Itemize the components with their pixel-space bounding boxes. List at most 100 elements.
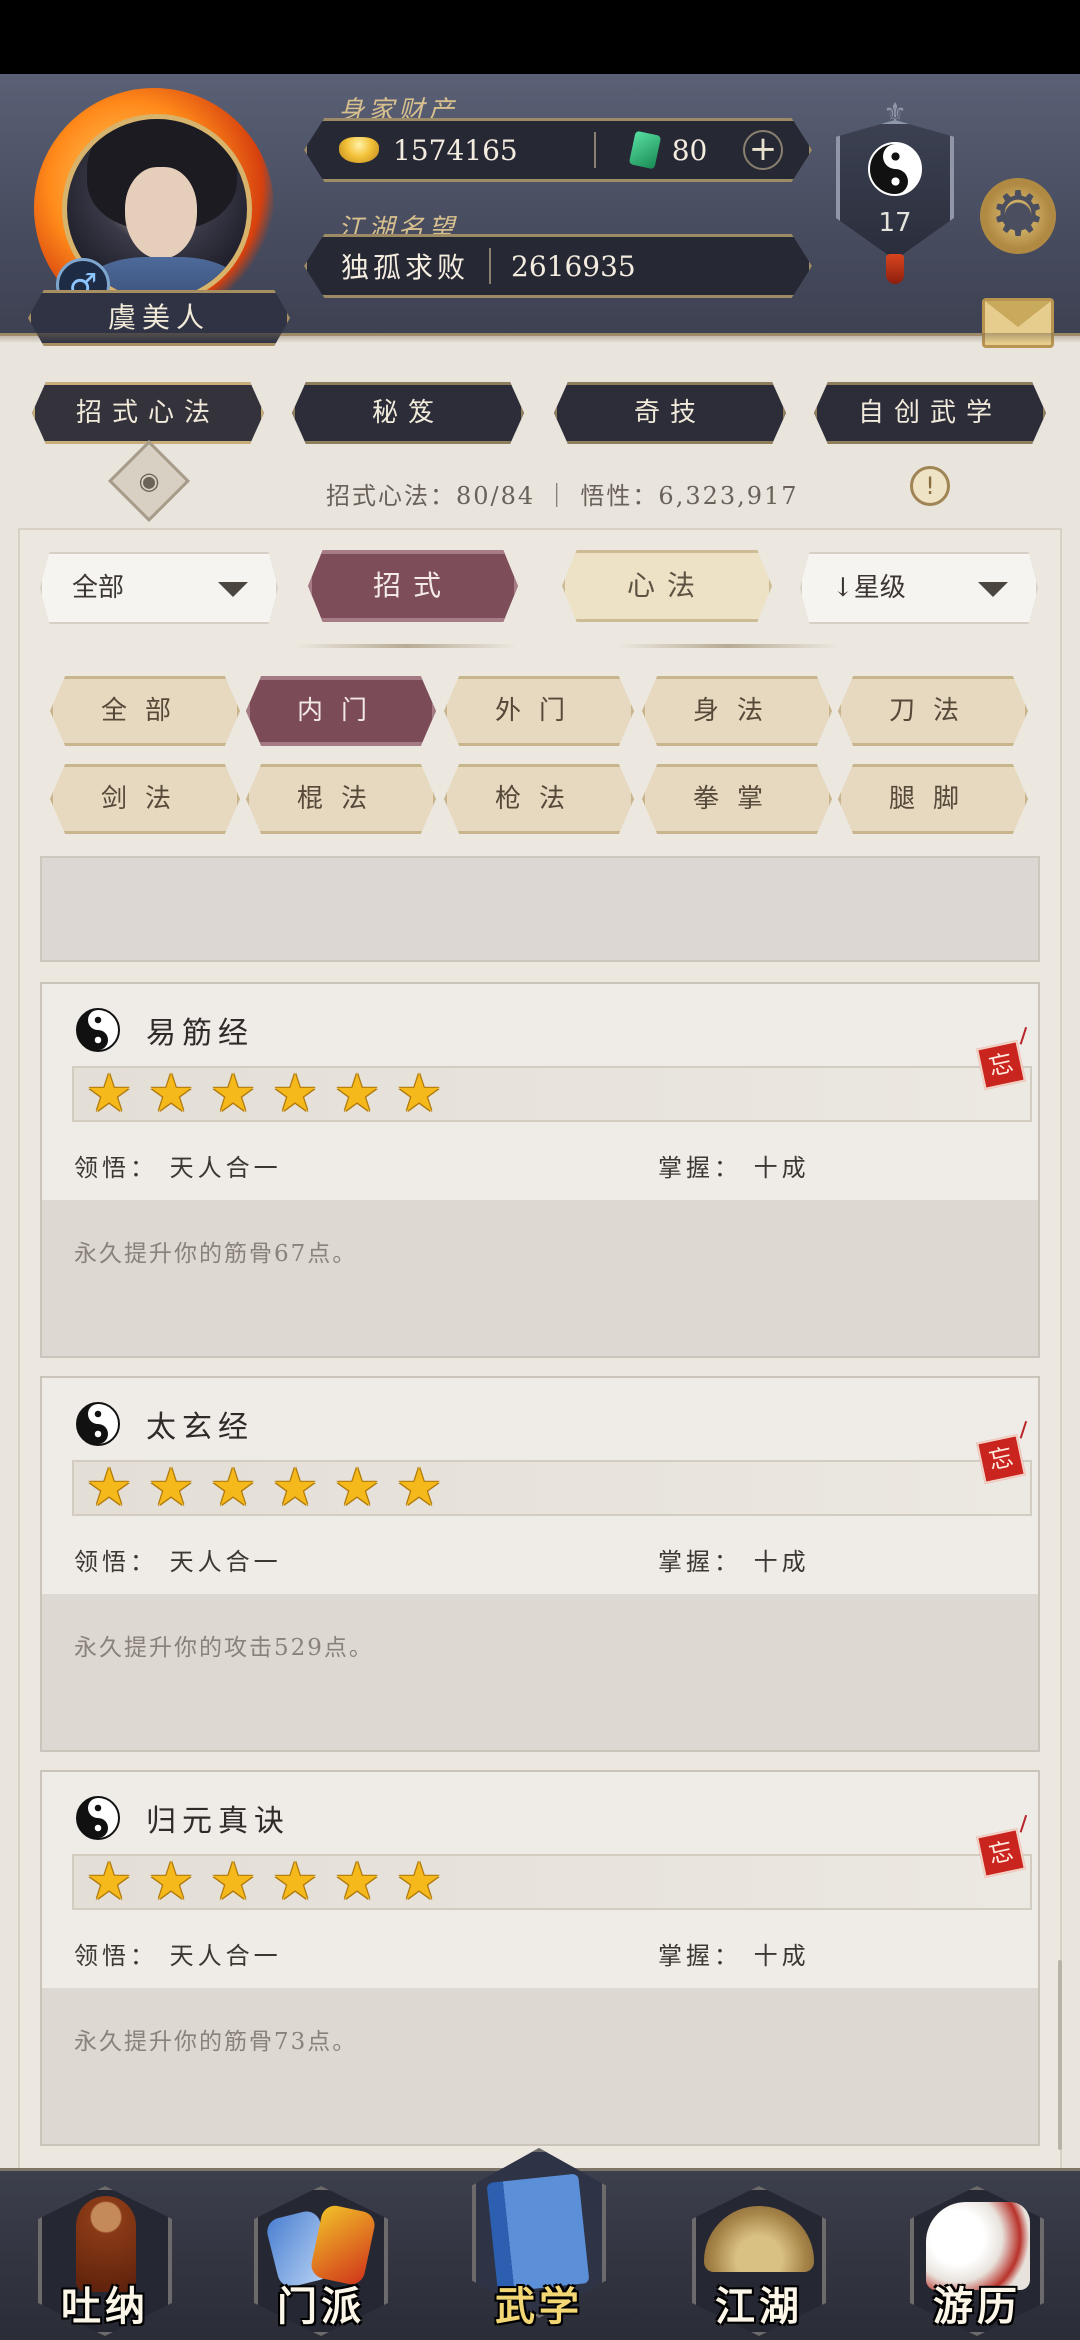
forget-button[interactable]: 忘 bbox=[976, 1040, 1026, 1090]
add-currency-button[interactable]: + bbox=[743, 130, 783, 170]
star-icon: ★ bbox=[85, 1852, 133, 1912]
chip-all[interactable]: 全部 bbox=[50, 676, 240, 746]
star-icon: ★ bbox=[209, 1064, 257, 1124]
skill-description: 永久提升你的攻击529点。 bbox=[74, 1635, 374, 1661]
player-header: ♂ 虞美人 身家财产 1574165 80 + 江湖名望 独孤求败 261693… bbox=[0, 74, 1080, 348]
list-item[interactable] bbox=[40, 856, 1040, 962]
star-icon: ★ bbox=[395, 1064, 443, 1124]
star-icon: ★ bbox=[333, 1852, 381, 1912]
chevron-down-icon bbox=[978, 582, 1008, 597]
skill-card[interactable]: 归元真诀 ★ ★ ★ ★ ★ ★ 领悟： 天人合一 掌握： 十成 忘 永久提升你的筋骨73… bbox=[40, 1770, 1040, 2146]
chip-inner[interactable]: 内门 bbox=[246, 676, 436, 746]
star-icon: ★ bbox=[271, 1064, 319, 1124]
chevron-down-icon bbox=[218, 582, 248, 597]
skill-card[interactable]: 太玄经 ★ ★ ★ ★ ★ ★ 领悟： 天人合一 掌握： 十成 忘 永久提升你的攻击529… bbox=[40, 1376, 1040, 1752]
nav-label: 江湖 bbox=[715, 2283, 803, 2330]
category-select[interactable]: 全部 bbox=[40, 552, 278, 624]
mastery-level: 掌握： 十成 bbox=[658, 1154, 810, 1182]
yinyang-icon bbox=[76, 1402, 120, 1446]
star-icon: ★ bbox=[271, 1852, 319, 1912]
skill-description: 永久提升你的筋骨67点。 bbox=[74, 1241, 358, 1267]
player-name: 虞美人 bbox=[28, 290, 290, 346]
divider bbox=[489, 248, 492, 284]
nav-label: 吐纳 bbox=[61, 2283, 149, 2330]
chip-saber[interactable]: 刀法 bbox=[838, 676, 1028, 746]
alert-icon[interactable]: ! bbox=[910, 466, 950, 506]
tab-custom-martial-arts[interactable]: 自创武学 bbox=[814, 382, 1046, 444]
chip-fist[interactable]: 拳掌 bbox=[642, 764, 832, 834]
star-icon: ★ bbox=[209, 1852, 257, 1912]
sort-select[interactable]: ↓星级 bbox=[800, 552, 1038, 624]
chip-movement[interactable]: 身法 bbox=[642, 676, 832, 746]
nav-jianghu[interactable]: 江湖 bbox=[684, 2178, 834, 2340]
star-icon: ★ bbox=[395, 1852, 443, 1912]
level-number: 17 bbox=[878, 208, 912, 238]
nav-sect[interactable]: 门派 bbox=[246, 2178, 396, 2340]
star-rating: ★ ★ ★ ★ ★ ★ bbox=[72, 1854, 1032, 1910]
chip-spear[interactable]: 枪法 bbox=[444, 764, 634, 834]
skill-name: 易筋经 bbox=[146, 1016, 254, 1051]
yinyang-icon bbox=[76, 1796, 120, 1840]
category-select-value: 全部 bbox=[72, 573, 125, 603]
gold-ingot-icon bbox=[339, 137, 379, 163]
segment-moves[interactable]: 招式 bbox=[308, 550, 518, 622]
chip-sword[interactable]: 剑法 bbox=[50, 764, 240, 834]
star-icon: ★ bbox=[147, 1064, 195, 1124]
jade-icon bbox=[628, 130, 661, 170]
star-icon: ★ bbox=[85, 1458, 133, 1518]
gear-icon[interactable]: ⚙ bbox=[980, 178, 1056, 254]
fame-value: 2616935 bbox=[511, 249, 636, 283]
star-icon: ★ bbox=[395, 1458, 443, 1518]
nav-label: 门派 bbox=[277, 2283, 365, 2330]
fame-bar: 独孤求败 2616935 bbox=[304, 234, 812, 298]
star-rating: ★ ★ ★ ★ ★ ★ bbox=[72, 1066, 1032, 1122]
nav-label: 游历 bbox=[933, 2283, 1021, 2330]
comprehension-level: 领悟： 天人合一 bbox=[74, 1548, 282, 1576]
level-badge[interactable]: ⚜ 17 bbox=[836, 98, 954, 284]
chip-outer[interactable]: 外门 bbox=[444, 676, 634, 746]
gold-amount: 1574165 bbox=[393, 133, 518, 167]
mastery-level: 掌握： 十成 bbox=[658, 1548, 810, 1576]
scrollbar[interactable] bbox=[1058, 1960, 1062, 2150]
skill-count-info: 招式心法：80/84 ｜ 悟性：6,323,917 bbox=[326, 482, 799, 510]
forget-button[interactable]: 忘 bbox=[976, 1434, 1026, 1484]
yinyang-icon bbox=[868, 142, 922, 196]
chip-leg[interactable]: 腿脚 bbox=[838, 764, 1028, 834]
nav-martial-arts[interactable]: 武学 bbox=[464, 2148, 614, 2340]
chip-staff[interactable]: 棍法 bbox=[246, 764, 436, 834]
skill-name: 归元真诀 bbox=[146, 1804, 290, 1839]
tab-special-skills[interactable]: 奇技 bbox=[554, 382, 786, 444]
comprehension-level: 领悟： 天人合一 bbox=[74, 1154, 282, 1182]
star-icon: ★ bbox=[333, 1458, 381, 1518]
ornament-divider bbox=[296, 644, 516, 648]
mastery-level: 掌握： 十成 bbox=[658, 1942, 810, 1970]
sort-select-value: ↓星级 bbox=[832, 573, 906, 603]
fame-title: 独孤求败 bbox=[341, 251, 470, 284]
tassel-icon bbox=[886, 254, 904, 284]
star-rating: ★ ★ ★ ★ ★ ★ bbox=[72, 1460, 1032, 1516]
skill-description: 永久提升你的筋骨73点。 bbox=[74, 2029, 358, 2055]
tab-secret-manuals[interactable]: 秘笈 bbox=[292, 382, 524, 444]
wealth-bar: 1574165 80 + bbox=[304, 118, 812, 182]
yinyang-icon bbox=[76, 1008, 120, 1052]
visibility-toggle[interactable]: ◉ bbox=[107, 439, 191, 523]
skill-card[interactable]: 易筋经 ★ ★ ★ ★ ★ ★ 领悟： 天人合一 掌握： 十成 忘 永久提升你的筋骨67点… bbox=[40, 982, 1040, 1358]
divider bbox=[593, 132, 596, 168]
nav-label: 武学 bbox=[495, 2283, 583, 2330]
mail-icon[interactable] bbox=[982, 298, 1054, 348]
status-bar bbox=[0, 0, 1080, 74]
skill-name: 太玄经 bbox=[146, 1410, 254, 1445]
tab-moves-methods[interactable]: 招式心法 bbox=[32, 382, 264, 444]
star-icon: ★ bbox=[333, 1064, 381, 1124]
star-icon: ★ bbox=[271, 1458, 319, 1518]
nav-meditate[interactable]: 吐纳 bbox=[30, 2178, 180, 2340]
ornament-divider bbox=[618, 644, 838, 648]
jade-amount: 80 bbox=[671, 133, 708, 167]
star-icon: ★ bbox=[85, 1064, 133, 1124]
comprehension-level: 领悟： 天人合一 bbox=[74, 1942, 282, 1970]
nav-travel[interactable]: 游历 bbox=[902, 2178, 1052, 2340]
segment-methods[interactable]: 心法 bbox=[562, 550, 772, 622]
star-icon: ★ bbox=[147, 1458, 195, 1518]
forget-button[interactable]: 忘 bbox=[976, 1828, 1026, 1878]
star-icon: ★ bbox=[209, 1458, 257, 1518]
